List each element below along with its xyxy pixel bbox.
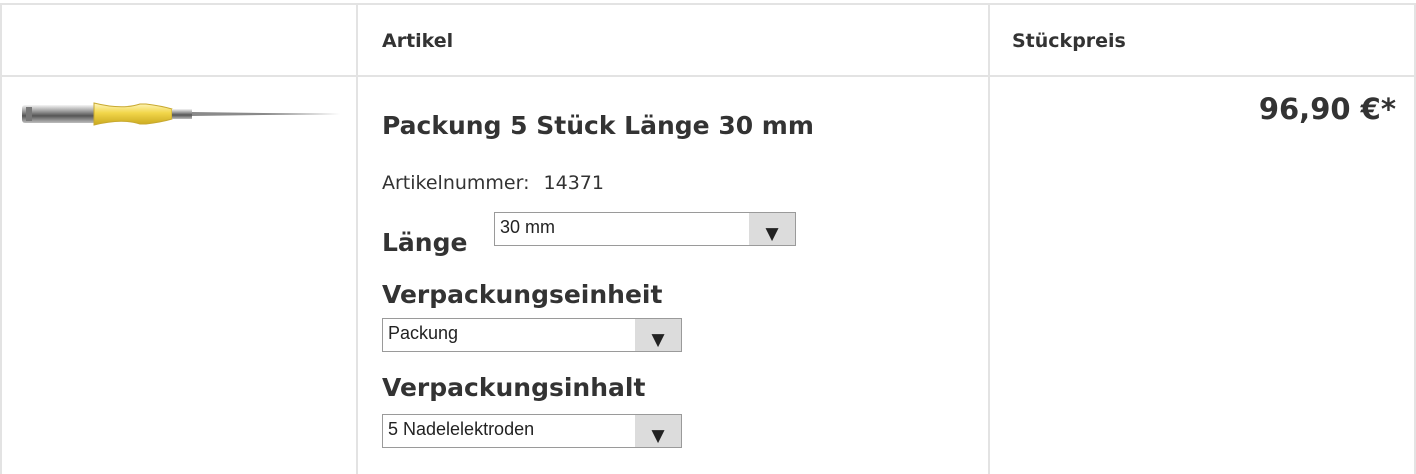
- needle-electrode-image[interactable]: [22, 96, 342, 132]
- column-divider-article: [356, 3, 358, 474]
- column-divider-price: [988, 3, 990, 474]
- length-select[interactable]: 30 mm ▼: [494, 212, 796, 246]
- packaging-content-select-button[interactable]: ▼: [635, 415, 681, 447]
- packaging-content-select[interactable]: 5 Nadelelektroden ▼: [382, 414, 682, 448]
- article-number: Artikelnummer: 14371: [382, 172, 604, 194]
- chevron-down-icon: ▼: [651, 426, 665, 446]
- article-number-value: 14371: [543, 172, 604, 194]
- table-top-border: [0, 3, 1416, 5]
- packaging-unit-select-button[interactable]: ▼: [635, 319, 681, 351]
- packaging-unit-label: Verpackungseinheit: [382, 280, 663, 309]
- packaging-content-select-value: 5 Nadelelektroden: [388, 419, 535, 439]
- length-select-button[interactable]: ▼: [749, 213, 795, 245]
- packaging-unit-select-value: Packung: [388, 323, 459, 343]
- packaging-content-label: Verpackungsinhalt: [382, 373, 646, 402]
- product-title[interactable]: Packung 5 Stück Länge 30 mm: [382, 111, 814, 140]
- length-label: Länge: [382, 228, 468, 257]
- header-unit-price: Stückpreis: [1012, 30, 1126, 52]
- packaging-unit-select[interactable]: Packung ▼: [382, 318, 682, 352]
- chevron-down-icon: ▼: [765, 224, 779, 244]
- article-number-label: Artikelnummer:: [382, 172, 530, 194]
- unit-price: 96,90 €*: [1258, 92, 1396, 126]
- length-select-value: 30 mm: [500, 217, 556, 237]
- header-article: Artikel: [382, 30, 454, 52]
- chevron-down-icon: ▼: [651, 330, 665, 350]
- table-header-divider: [0, 75, 1416, 77]
- table-left-border: [0, 3, 2, 474]
